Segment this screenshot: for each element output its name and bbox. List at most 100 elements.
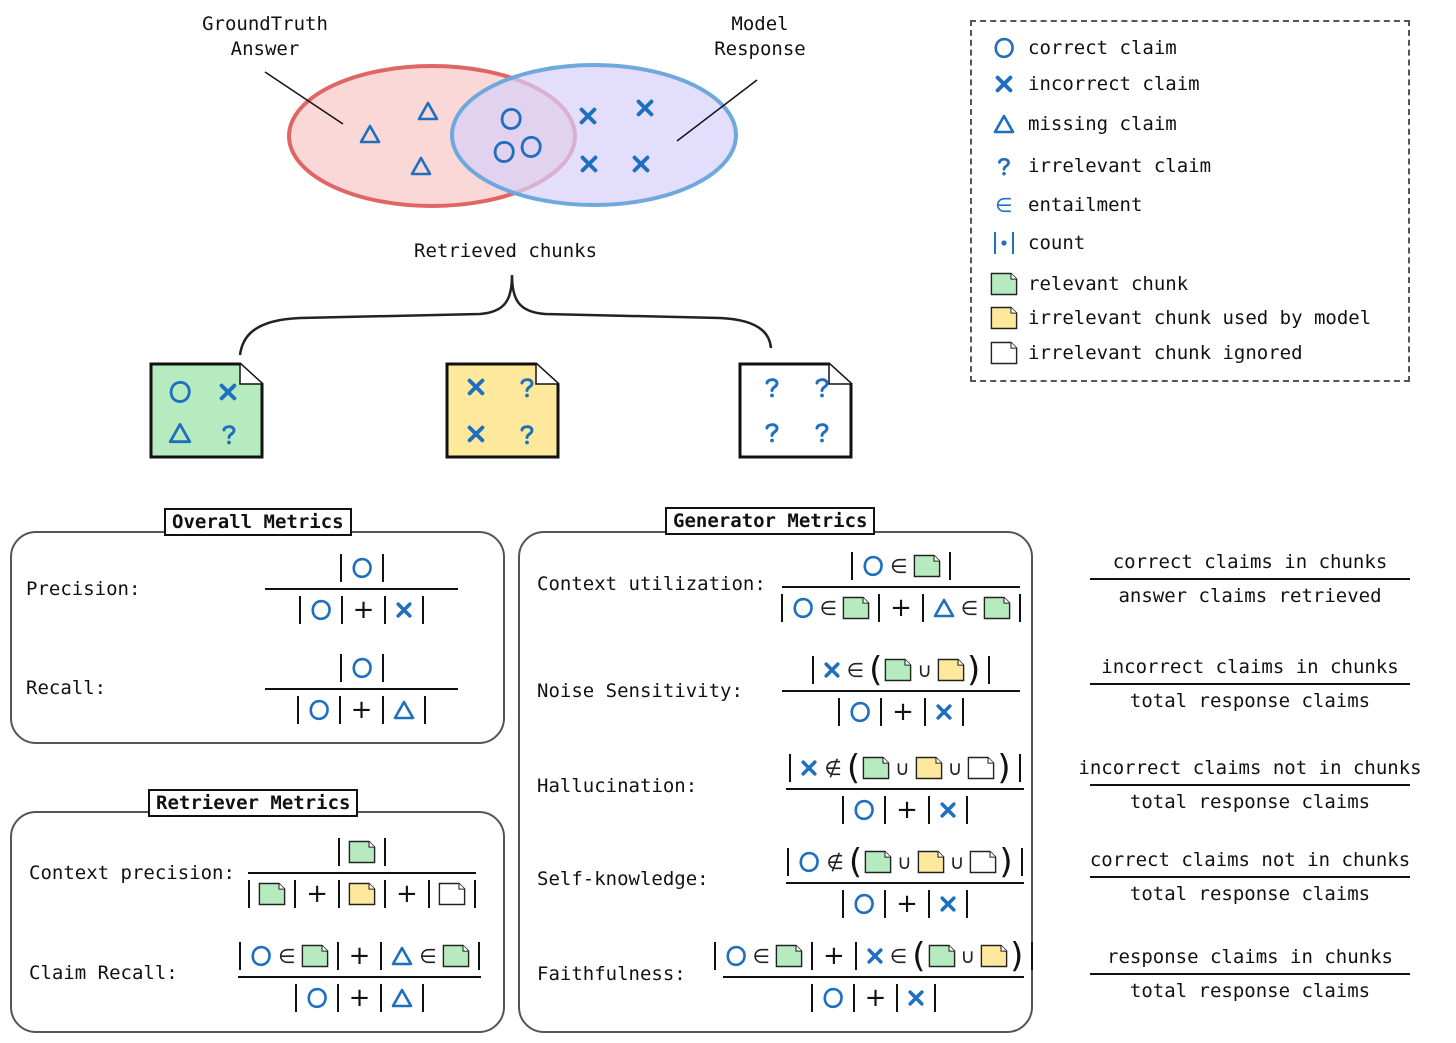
incorrect-claim-icon <box>867 948 883 964</box>
incorrect-claim-icon <box>801 760 817 776</box>
legend-item-relevant-chunk: relevant chunk <box>990 272 1188 296</box>
plus-operator: + <box>823 941 845 971</box>
irrelevant-chunk-used-icon <box>980 944 1008 968</box>
description-context-utilization: correct claims in chunks answer claims r… <box>1060 546 1440 612</box>
relevant-chunk-icon <box>348 840 376 864</box>
precision-formula: + <box>265 548 458 630</box>
correct-claim-icon <box>854 893 874 915</box>
relevant-chunk-icon <box>775 944 803 968</box>
chunk-relevant <box>149 362 264 459</box>
irrelevant-chunk-ignored-icon <box>968 756 995 780</box>
missing-claim-icon <box>392 988 413 1008</box>
description-denominator: total response claims <box>1129 980 1371 1002</box>
description-denominator: answer claims retrieved <box>1118 585 1382 607</box>
recall-formula: + <box>265 648 458 730</box>
incorrect-claim-icon <box>940 802 956 818</box>
entailment-operator: ∈ <box>960 596 979 620</box>
claim-recall-formula: ∈ + ∈ + <box>238 936 481 1018</box>
right-paren: ) <box>997 748 1011 788</box>
description-faithfulness: response claims in chunks total response… <box>1060 941 1440 1007</box>
legend-item-entailment: ∈ entailment <box>990 193 1142 217</box>
plus-operator: + <box>396 879 418 909</box>
correct-claim-icon <box>863 555 884 577</box>
missing-claim-icon <box>993 114 1015 134</box>
recall-label: Recall: <box>26 677 107 699</box>
correct-claim-icon <box>311 599 331 621</box>
union-operator: ∪ <box>895 756 910 780</box>
noise-sensitivity-label: Noise Sensitivity: <box>537 680 743 702</box>
plus-operator: + <box>348 941 371 971</box>
relevant-chunk-icon <box>990 272 1018 296</box>
legend-item-irrelevant-chunk-used: irrelevant chunk used by model <box>990 306 1371 330</box>
not-entailment-operator: ∉ <box>824 756 842 780</box>
context-utilization-label: Context utilization: <box>537 573 766 595</box>
entailment-operator: ∈ <box>819 596 838 620</box>
correct-claim-icon <box>823 987 843 1009</box>
legend-label: missing claim <box>1028 113 1177 135</box>
count-icon <box>994 232 1014 254</box>
union-operator: ∪ <box>960 944 976 968</box>
description-noise-sensitivity: incorrect claims in chunks total respons… <box>1060 651 1440 717</box>
left-paren: ( <box>846 748 861 788</box>
right-paren: ) <box>1010 936 1024 976</box>
self-knowledge-label: Self-knowledge: <box>537 868 709 890</box>
noise-sensitivity-formula: ∈(∪) + <box>782 650 1020 732</box>
right-paren: ) <box>999 842 1013 882</box>
plus-operator: + <box>890 593 912 623</box>
plus-operator: + <box>348 983 371 1013</box>
correct-claim-icon <box>854 799 874 821</box>
legend-label: irrelevant chunk ignored <box>1028 342 1303 364</box>
incorrect-claim-icon <box>995 75 1013 93</box>
relevant-chunk-icon <box>862 756 890 780</box>
entailment-operator: ∈ <box>278 944 296 968</box>
irrelevant-chunk-used-icon <box>915 756 943 780</box>
plus-operator: + <box>352 595 375 625</box>
faithfulness-formula: ∈ + ∈(∪) + <box>713 936 1034 1018</box>
left-paren: ( <box>848 842 863 882</box>
faithfulness-label: Faithfulness: <box>537 963 686 985</box>
union-operator: ∪ <box>949 850 965 874</box>
context-precision-label: Context precision: <box>29 862 235 884</box>
description-numerator: correct claims not in chunks <box>1089 849 1411 871</box>
irrelevant-claim-icon <box>997 157 1011 178</box>
relevant-chunk-icon <box>842 596 870 620</box>
description-self-knowledge: correct claims not in chunks total respo… <box>1060 844 1440 910</box>
relevant-chunk-icon <box>885 658 912 682</box>
union-operator: ∪ <box>897 850 912 874</box>
irrelevant-chunk-ignored-icon <box>438 882 466 906</box>
retriever-metrics-title: Retriever Metrics <box>148 789 359 817</box>
legend-label: entailment <box>1028 194 1143 216</box>
entailment-operator: ∈ <box>890 554 908 578</box>
description-hallucination: incorrect claims not in chunks total res… <box>1060 752 1440 818</box>
irrelevant-chunk-used-icon <box>937 658 965 682</box>
legend-label: correct claim <box>1028 37 1177 59</box>
union-operator: ∪ <box>917 658 933 682</box>
legend-label: count <box>1028 232 1086 254</box>
legend-item-incorrect-claim: incorrect claim <box>990 73 1200 95</box>
missing-claim-icon <box>392 946 413 966</box>
hallucination-formula: ∉(∪ ∪) + <box>786 748 1024 830</box>
irrelevant-chunk-ignored-icon <box>970 850 997 874</box>
plus-operator: + <box>896 889 918 919</box>
correct-claim-icon <box>307 987 327 1009</box>
incorrect-claim-icon <box>908 990 924 1006</box>
missing-claim-icon <box>933 598 955 618</box>
correct-claim-icon <box>793 597 813 619</box>
plus-operator: + <box>350 695 373 725</box>
retrieved-brace <box>238 274 773 356</box>
description-numerator: incorrect claims in chunks <box>1101 656 1399 678</box>
correct-claim-icon <box>994 37 1014 59</box>
self-knowledge-formula: ∉(∪ ∪) + <box>786 842 1024 924</box>
relevant-chunk-icon <box>301 944 328 968</box>
correct-claim-icon <box>309 699 329 721</box>
legend-label: incorrect claim <box>1028 73 1200 95</box>
generator-metrics-title: Generator Metrics <box>665 507 876 535</box>
irrelevant-chunk-used-icon <box>348 882 376 906</box>
irrelevant-chunk-used-icon <box>990 306 1018 330</box>
entailment-operator: ∈ <box>752 944 771 968</box>
legend-label: irrelevant chunk used by model <box>1028 307 1372 329</box>
description-numerator: correct claims in chunks <box>1112 551 1388 573</box>
description-denominator: total response claims <box>1129 690 1371 712</box>
legend-label: irrelevant claim <box>1028 155 1212 177</box>
description-denominator: total response claims <box>1129 883 1371 905</box>
